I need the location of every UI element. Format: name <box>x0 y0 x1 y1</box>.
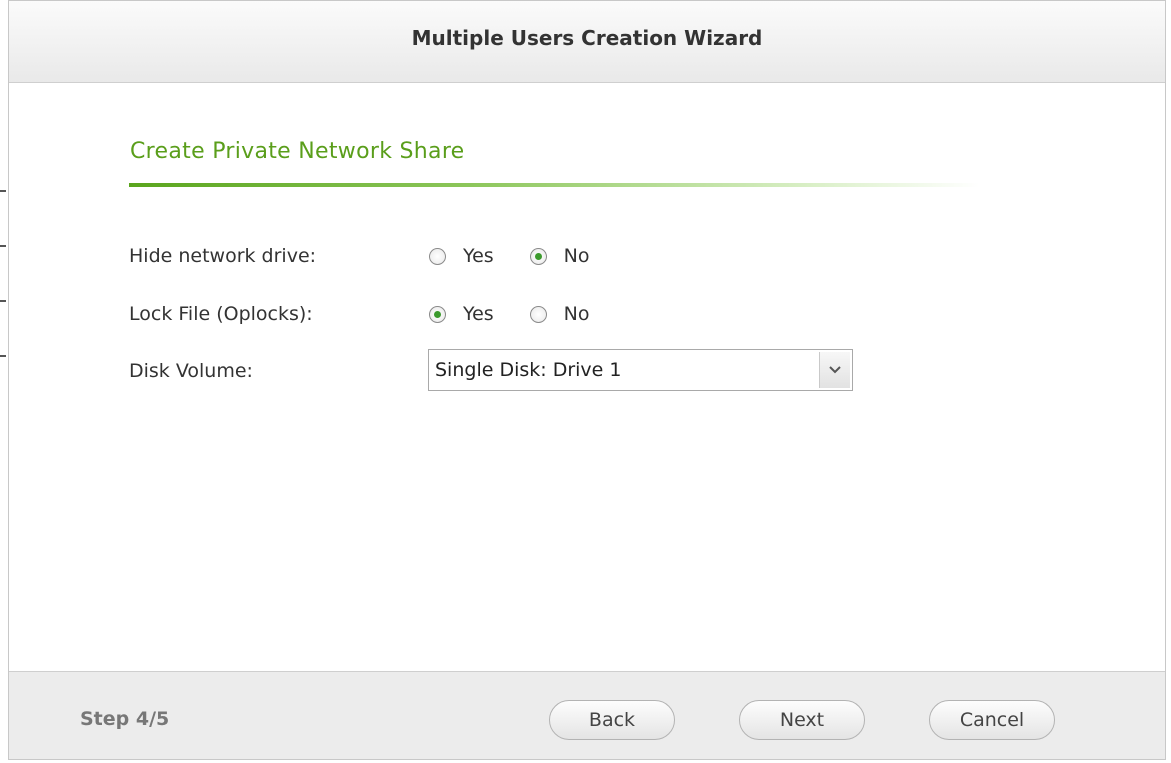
hide-network-drive-no-option[interactable]: No <box>529 245 590 267</box>
disk-volume-row: Disk Volume: <box>129 356 429 386</box>
hide-network-drive-label: Hide network drive: <box>129 245 317 267</box>
wizard-dialog: Multiple Users Creation Wizard Create Pr… <box>8 0 1166 760</box>
lock-file-yes-radio[interactable] <box>429 305 446 323</box>
chevron-down-icon[interactable] <box>819 352 850 388</box>
background-mark <box>0 245 6 247</box>
lock-file-yes-option[interactable]: Yes <box>429 303 494 325</box>
background-mark <box>0 300 6 302</box>
section-divider <box>129 183 979 187</box>
next-button[interactable]: Next <box>739 700 865 740</box>
lock-file-radio-group: Yes No <box>429 303 626 325</box>
lock-file-label: Lock File (Oplocks): <box>129 303 313 325</box>
back-button[interactable]: Back <box>549 700 675 740</box>
lock-file-yes-label: Yes <box>463 303 494 325</box>
lock-file-no-label: No <box>563 303 590 325</box>
section-title: Create Private Network Share <box>130 139 465 164</box>
disk-volume-label: Disk Volume: <box>129 360 253 382</box>
hide-network-drive-no-label: No <box>563 245 590 267</box>
dialog-titlebar: Multiple Users Creation Wizard <box>9 1 1165 83</box>
hide-network-drive-yes-label: Yes <box>463 245 494 267</box>
hide-network-drive-row: Hide network drive: Yes No <box>129 241 626 271</box>
hide-network-drive-no-radio[interactable] <box>529 247 547 265</box>
background-mark <box>0 190 6 192</box>
background-edge <box>0 0 8 763</box>
lock-file-no-option[interactable]: No <box>529 303 590 325</box>
background-mark <box>0 355 6 357</box>
dialog-title: Multiple Users Creation Wizard <box>411 25 763 50</box>
disk-volume-value: Single Disk: Drive 1 <box>435 359 622 381</box>
dialog-footer: Step 4/5 Back Next Cancel <box>9 671 1165 759</box>
hide-network-drive-yes-option[interactable]: Yes <box>429 245 494 267</box>
hide-network-drive-radio-group: Yes No <box>429 245 626 267</box>
step-indicator: Step 4/5 <box>80 708 170 730</box>
cancel-button[interactable]: Cancel <box>929 700 1055 740</box>
lock-file-row: Lock File (Oplocks): Yes No <box>129 299 626 329</box>
hide-network-drive-yes-radio[interactable] <box>429 247 446 265</box>
disk-volume-select[interactable]: Single Disk: Drive 1 <box>428 349 853 391</box>
lock-file-no-radio[interactable] <box>529 305 547 323</box>
